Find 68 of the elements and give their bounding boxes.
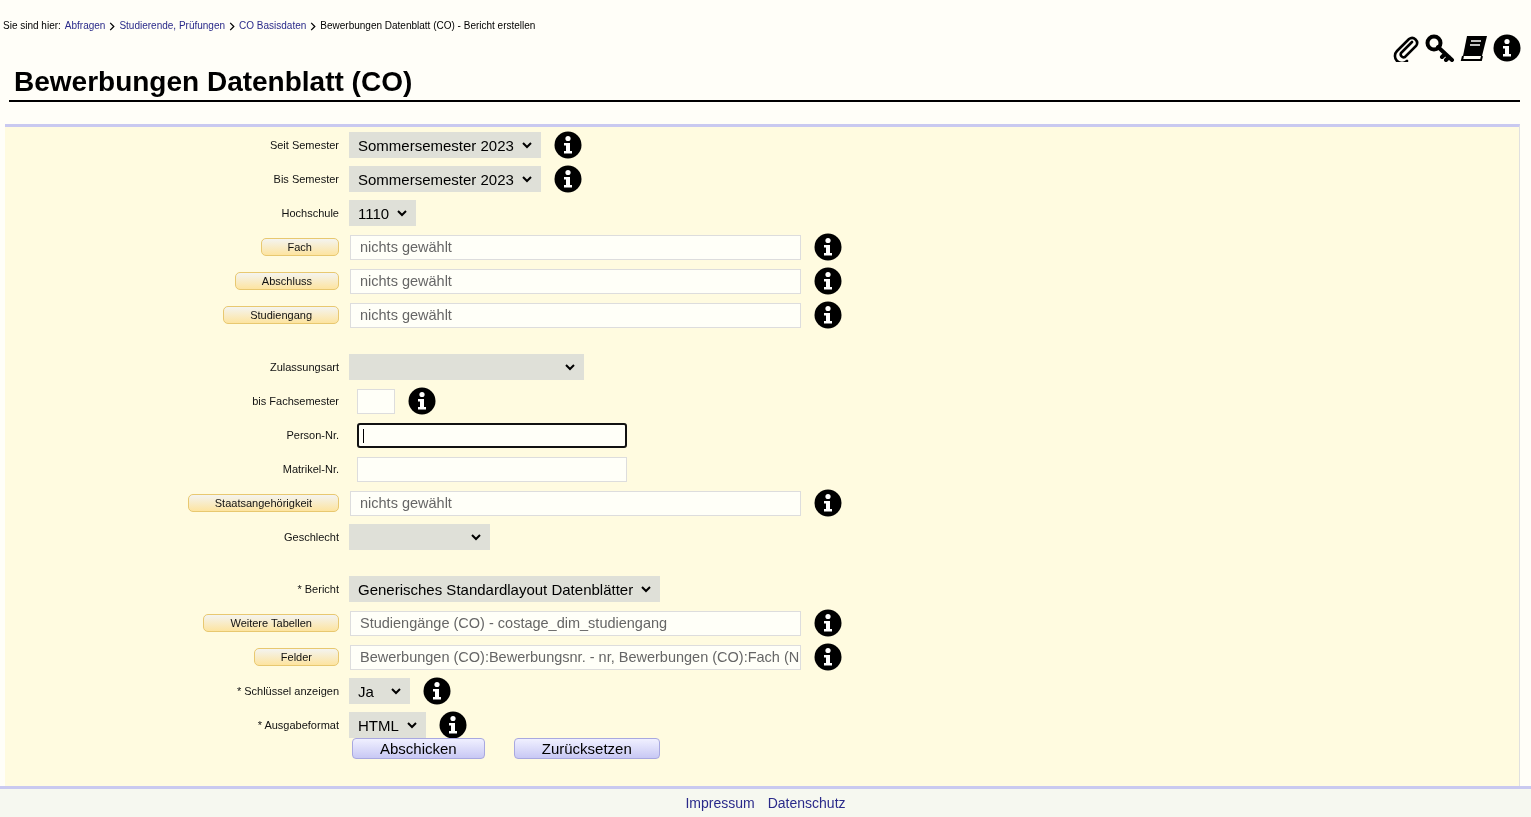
- chevron-down-icon: [565, 363, 575, 371]
- key-icon[interactable]: [1425, 34, 1455, 62]
- footer-link[interactable]: Datenschutz: [767, 795, 846, 817]
- info-icon[interactable]: [423, 677, 451, 705]
- chevron-down-icon: [521, 175, 532, 183]
- dropdown[interactable]: Generisches Standardlayout Datenblätter: [349, 576, 661, 602]
- info-icon[interactable]: [814, 643, 842, 671]
- breadcrumb-link[interactable]: Abfragen: [64, 20, 106, 31]
- chevron-down-icon: [471, 533, 481, 541]
- field-label: Person-Nr.: [286, 429, 339, 441]
- picker-button[interactable]: Abschluss: [234, 272, 339, 290]
- info-icon[interactable]: [553, 131, 582, 159]
- info-icon[interactable]: [814, 233, 842, 261]
- chevron-down-icon: [397, 209, 408, 217]
- info-icon[interactable]: [814, 267, 842, 295]
- field-label: * Ausgabeformat: [257, 719, 339, 731]
- info-icon[interactable]: [438, 711, 467, 739]
- field-label: * Schlüssel anzeigen: [236, 685, 339, 697]
- dropdown[interactable]: 1110: [349, 200, 417, 226]
- selection-field[interactable]: Bewerbungen (CO):Bewerbungsnr. - nr, Bewerbungen (CO):Fach (N: [350, 644, 801, 670]
- input-field[interactable]: [357, 422, 627, 448]
- picker-button[interactable]: Studiengang: [223, 306, 339, 324]
- chevron-down-icon: [641, 585, 652, 593]
- field-label: Hochschule: [281, 207, 339, 219]
- form-button[interactable]: Abschicken: [352, 738, 485, 759]
- picker-button[interactable]: Felder: [253, 648, 339, 666]
- text-cursor: [363, 428, 364, 443]
- picker-button[interactable]: Staatsangehörigkeit: [187, 494, 339, 512]
- book-icon[interactable]: [1460, 34, 1488, 62]
- info-icon[interactable]: [814, 489, 842, 517]
- selection-field[interactable]: nichts gewählt: [350, 302, 801, 328]
- field-label: Bis Semester: [273, 173, 339, 185]
- field-label: bis Fachsemester: [252, 395, 339, 407]
- chevron-icon: [229, 22, 236, 31]
- page-title: Bewerbungen Datenblatt (CO): [9, 64, 1520, 102]
- breadcrumb-current: Bewerbungen Datenblatt (CO) - Bericht erstellen: [320, 20, 536, 31]
- selection-field[interactable]: nichts gewählt: [350, 234, 801, 260]
- info-icon[interactable]: [814, 609, 842, 637]
- chevron-icon: [310, 22, 317, 31]
- breadcrumb-prefix: Sie sind hier:: [3, 20, 61, 31]
- footer-link[interactable]: Impressum: [685, 795, 755, 817]
- selection-field[interactable]: nichts gewählt: [350, 490, 801, 516]
- form-button[interactable]: Zurücksetzen: [513, 738, 660, 759]
- dropdown[interactable]: HTML: [349, 712, 426, 738]
- field-label: * Bericht: [297, 583, 339, 595]
- dropdown[interactable]: Sommersemester 2023: [349, 132, 541, 158]
- picker-button[interactable]: Fach: [260, 238, 339, 256]
- breadcrumb-link[interactable]: CO Basisdaten: [239, 20, 307, 31]
- info-icon[interactable]: [814, 301, 842, 329]
- dropdown[interactable]: Sommersemester 2023: [349, 166, 541, 192]
- chevron-down-icon: [406, 721, 417, 729]
- chevron-down-icon: [521, 141, 532, 149]
- number-field[interactable]: [357, 388, 395, 414]
- field-label: Geschlecht: [283, 531, 339, 543]
- info-icon[interactable]: [553, 165, 582, 193]
- info-icon[interactable]: [408, 387, 436, 415]
- chevron-icon: [109, 22, 116, 31]
- picker-button[interactable]: Weitere Tabellen: [203, 614, 339, 632]
- field-label: Zulassungsart: [269, 361, 339, 373]
- selection-field[interactable]: Studiengänge (CO) - costage_dim_studiengang: [350, 610, 801, 636]
- info-icon[interactable]: [1493, 34, 1521, 62]
- chevron-down-icon: [391, 687, 401, 695]
- paperclip-icon[interactable]: [1392, 34, 1420, 62]
- dropdown[interactable]: Ja: [349, 678, 410, 704]
- field-label: Matrikel-Nr.: [282, 463, 339, 475]
- field-label: Seit Semester: [269, 139, 339, 151]
- breadcrumb-link[interactable]: Studierende, Prüfungen: [119, 20, 226, 31]
- selection-field[interactable]: nichts gewählt: [350, 268, 801, 294]
